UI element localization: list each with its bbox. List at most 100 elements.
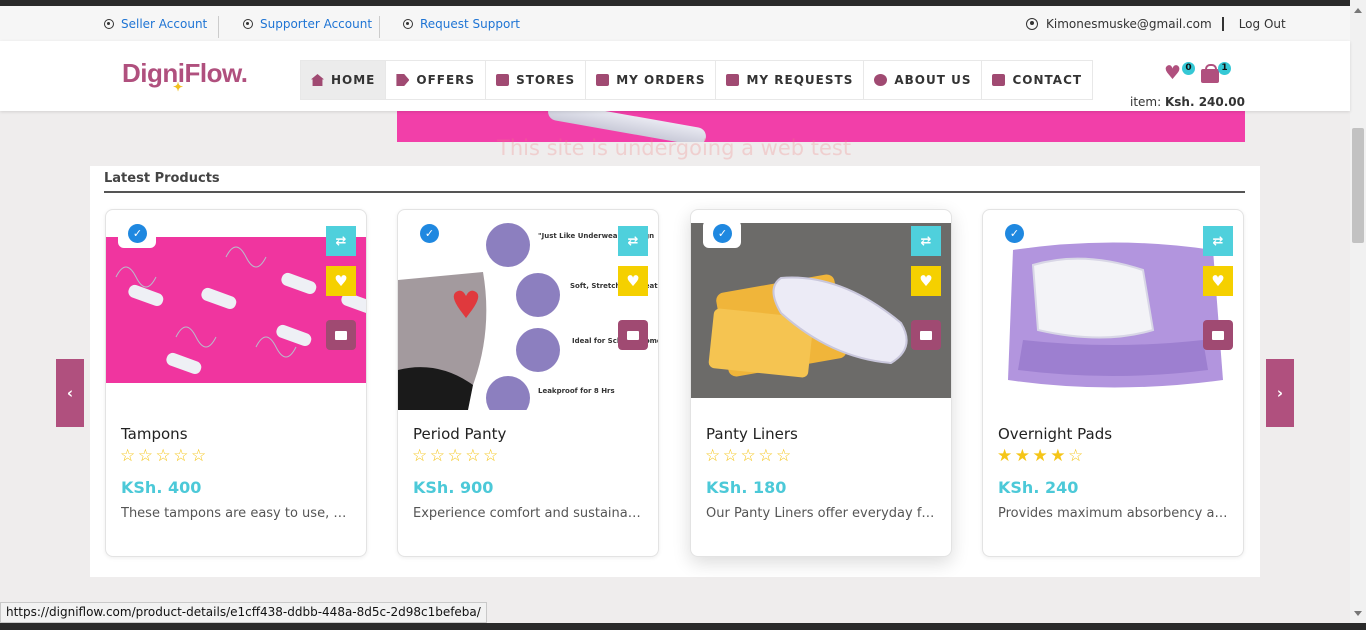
envelope-icon	[992, 74, 1006, 86]
nav-about-us[interactable]: ABOUT US	[863, 60, 983, 100]
product-name[interactable]: Period Panty	[413, 425, 506, 443]
add-to-cart-button[interactable]	[1203, 320, 1233, 350]
cart-icon	[627, 330, 639, 340]
user-menu: Kimonesmuske@gmail.com Log Out	[1026, 17, 1286, 31]
compare-button[interactable]: ⇄	[326, 226, 356, 256]
user-email[interactable]: Kimonesmuske@gmail.com	[1046, 17, 1212, 31]
nav-stores[interactable]: STORES	[485, 60, 587, 100]
scroll-up-icon[interactable]	[1354, 8, 1362, 13]
nav-my-requests-label: MY REQUESTS	[746, 73, 854, 87]
main-header: DigniFlow. ✦ HOME OFFERS STORES MY ORDER…	[0, 41, 1350, 111]
verified-badge-icon	[703, 220, 741, 248]
divider	[218, 16, 219, 38]
add-to-cart-button[interactable]	[911, 320, 941, 350]
add-to-wishlist-button[interactable]: ♥	[618, 266, 648, 296]
product-description: Experience comfort and sustainability wi…	[413, 506, 645, 521]
nav-offers-label: OFFERS	[416, 73, 476, 87]
add-to-wishlist-button[interactable]: ♥	[1203, 266, 1233, 296]
nav-contact[interactable]: CONTACT	[981, 60, 1094, 100]
product-name[interactable]: Panty Liners	[706, 425, 798, 443]
product-price: KSh. 400	[121, 478, 202, 497]
seller-account-link[interactable]: Seller Account	[104, 17, 207, 31]
divider	[379, 16, 380, 38]
scrollbar-thumb[interactable]	[1352, 128, 1364, 243]
product-card[interactable]: ⇄ ♥ Overnight Pads ★★★★☆ KSh. 240 Provid…	[982, 209, 1244, 557]
verified-badge-icon	[410, 220, 448, 248]
verified-badge-icon	[118, 220, 156, 248]
product-description: These tampons are easy to use, comfortab…	[121, 506, 353, 521]
cart-icon	[1212, 330, 1224, 340]
add-to-cart-button[interactable]	[618, 320, 648, 350]
main-nav: HOME OFFERS STORES MY ORDERS MY REQUESTS…	[300, 60, 1094, 100]
nav-my-orders-label: MY ORDERS	[616, 73, 706, 87]
nav-offers[interactable]: OFFERS	[385, 60, 487, 100]
section-title: Latest Products	[104, 171, 220, 186]
nav-my-requests[interactable]: MY REQUESTS	[715, 60, 865, 100]
cart-item-label: item:	[1129, 95, 1162, 109]
compare-button[interactable]: ⇄	[911, 226, 941, 256]
digniflow-logo[interactable]: DigniFlow. ✦	[122, 58, 248, 94]
arrow-circle-icon	[243, 19, 253, 29]
add-to-wishlist-button[interactable]: ♥	[911, 266, 941, 296]
arrow-circle-icon	[403, 19, 413, 29]
logo-text: DigniFlow.	[122, 58, 248, 88]
carousel-next-button[interactable]: ›	[1266, 359, 1294, 427]
product-price: KSh. 180	[706, 478, 787, 497]
rating-stars: ☆☆☆☆☆	[705, 446, 794, 466]
feature-text: Leakproof for 8 Hrs	[538, 387, 615, 395]
store-icon	[496, 74, 510, 86]
nav-my-orders[interactable]: MY ORDERS	[585, 60, 717, 100]
cart-icon	[335, 330, 347, 340]
scroll-down-icon[interactable]	[1354, 611, 1362, 616]
home-icon	[311, 74, 324, 86]
wishlist-count-badge: 0	[1182, 62, 1195, 75]
seller-account-label: Seller Account	[121, 17, 208, 31]
nav-home-label: HOME	[331, 73, 376, 87]
cart-count-badge: 1	[1218, 62, 1231, 75]
cart-total: item: Ksh. 240.00	[1130, 95, 1245, 109]
product-image-tampons	[106, 237, 366, 383]
user-icon	[1026, 18, 1038, 30]
divider	[1221, 17, 1224, 31]
rating-stars: ☆☆☆☆☆	[120, 446, 209, 466]
product-card[interactable]: "Just Like Underwear" Design Soft, Stret…	[397, 209, 659, 557]
compare-button[interactable]: ⇄	[1203, 226, 1233, 256]
add-to-cart-button[interactable]	[326, 320, 356, 350]
arrow-circle-icon	[104, 19, 114, 29]
window-bottom-edge	[0, 623, 1366, 630]
briefcase-icon	[596, 74, 610, 86]
tag-icon	[396, 74, 410, 86]
cart-icon	[920, 330, 932, 340]
request-support-label: Request Support	[420, 17, 520, 31]
test-watermark: This site is undergoing a web test	[497, 136, 852, 160]
nav-contact-label: CONTACT	[1012, 73, 1083, 87]
request-support-link[interactable]: Request Support	[403, 17, 520, 31]
product-card[interactable]: ⇄ ♥ Panty Liners ☆☆☆☆☆ KSh. 180 Our Pant…	[690, 209, 952, 557]
product-name[interactable]: Overnight Pads	[998, 425, 1112, 443]
product-card[interactable]: ⇄ ♥ Tampons ☆☆☆☆☆ KSh. 400 These tampons…	[105, 209, 367, 557]
rating-stars: ☆☆☆☆☆	[412, 446, 501, 466]
rating-stars: ★★★★☆	[997, 446, 1086, 466]
compare-button[interactable]: ⇄	[618, 226, 648, 256]
product-price: KSh. 900	[413, 478, 494, 497]
logout-link[interactable]: Log Out	[1239, 17, 1286, 31]
product-price: KSh. 240	[998, 478, 1079, 497]
product-description: Provides maximum absorbency and comfort …	[998, 506, 1230, 521]
briefcase-icon	[726, 74, 740, 86]
carousel-prev-button[interactable]: ‹	[56, 359, 84, 427]
nav-home[interactable]: HOME	[300, 60, 387, 100]
wishlist-heart-icon[interactable]: ♥	[1164, 64, 1181, 83]
info-icon	[874, 74, 888, 86]
nav-stores-label: STORES	[516, 73, 576, 87]
top-bar: Seller Account Supporter Account Request…	[0, 6, 1350, 41]
section-divider	[104, 191, 1245, 193]
sparkle-icon: ✦	[173, 80, 183, 94]
product-name[interactable]: Tampons	[121, 425, 188, 443]
page-scrollbar[interactable]	[1350, 0, 1366, 630]
cart-bag-icon[interactable]	[1201, 64, 1219, 83]
add-to-wishlist-button[interactable]: ♥	[326, 266, 356, 296]
supporter-account-label: Supporter Account	[260, 17, 373, 31]
product-description: Our Panty Liners offer everyday freshnes…	[706, 506, 938, 521]
supporter-account-link[interactable]: Supporter Account	[243, 17, 372, 31]
nav-about-us-label: ABOUT US	[894, 73, 972, 87]
